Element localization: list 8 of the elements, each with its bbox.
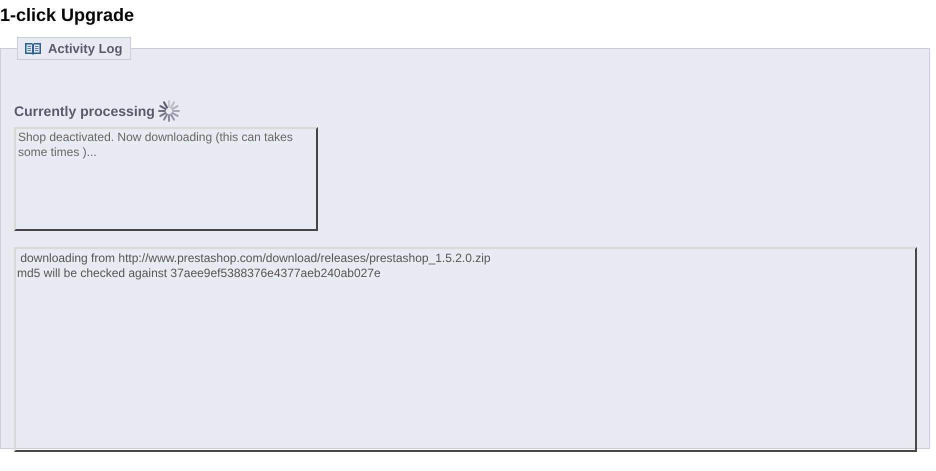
legend-label: Activity Log: [48, 41, 122, 56]
loading-spinner-icon: [158, 100, 180, 122]
page-title: 1-click Upgrade: [0, 4, 136, 26]
status-text-box: Shop deactivated. Now downloading (this can takes some times )...: [14, 127, 318, 231]
book-icon: [25, 42, 41, 55]
log-line: downloading from http://www.prestashop.com/download/releases/prestashop_1.5.2.0.zip: [19, 251, 492, 266]
processing-heading: Currently processing: [14, 103, 155, 119]
log-line: md5 will be checked against 37aee9ef5388376e4377aeb240ab027e: [17, 266, 382, 281]
